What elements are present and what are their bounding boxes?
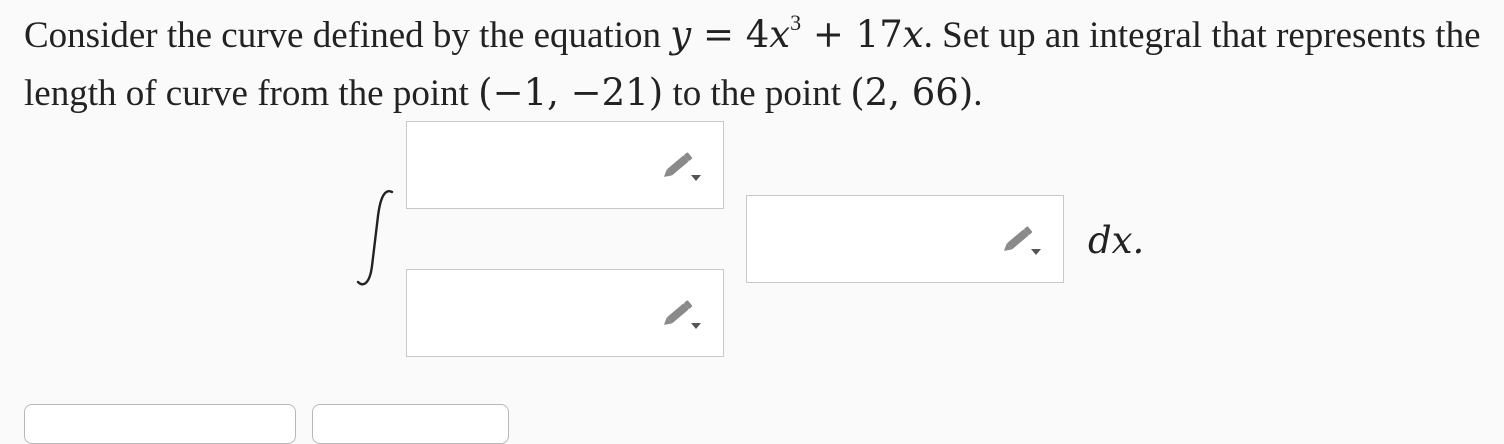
equation-coefficient: 4: [745, 13, 770, 56]
question-part-3: to the point: [663, 73, 851, 114]
equation-x-linear: x: [902, 13, 924, 56]
question-part-4: .: [973, 73, 983, 114]
equation-plus-term: + 17: [801, 13, 903, 56]
integrand-box[interactable]: [746, 195, 1064, 283]
equation-y: y: [670, 13, 692, 56]
start-point: (−1, −21): [478, 71, 664, 114]
equation-exponent: 3: [790, 9, 802, 35]
lower-limit-box[interactable]: [406, 269, 724, 357]
question-text: Consider the curve defined by the equati…: [24, 6, 1484, 122]
differential-label: dx.: [1088, 219, 1145, 262]
upper-limit-box[interactable]: [406, 121, 724, 209]
action-button-left[interactable]: [24, 404, 296, 444]
action-button-right[interactable]: [312, 404, 509, 444]
end-point: (2, 66): [850, 71, 974, 114]
question-part-1: Consider the curve defined by the equati…: [24, 15, 671, 56]
equation-x: x: [769, 13, 791, 56]
pencil-dropdown-icon[interactable]: [659, 296, 705, 334]
pencil-dropdown-icon[interactable]: [659, 148, 705, 186]
equation-equals: =: [691, 13, 746, 56]
integral-sign-icon: [356, 190, 394, 286]
pencil-dropdown-icon[interactable]: [999, 222, 1045, 260]
